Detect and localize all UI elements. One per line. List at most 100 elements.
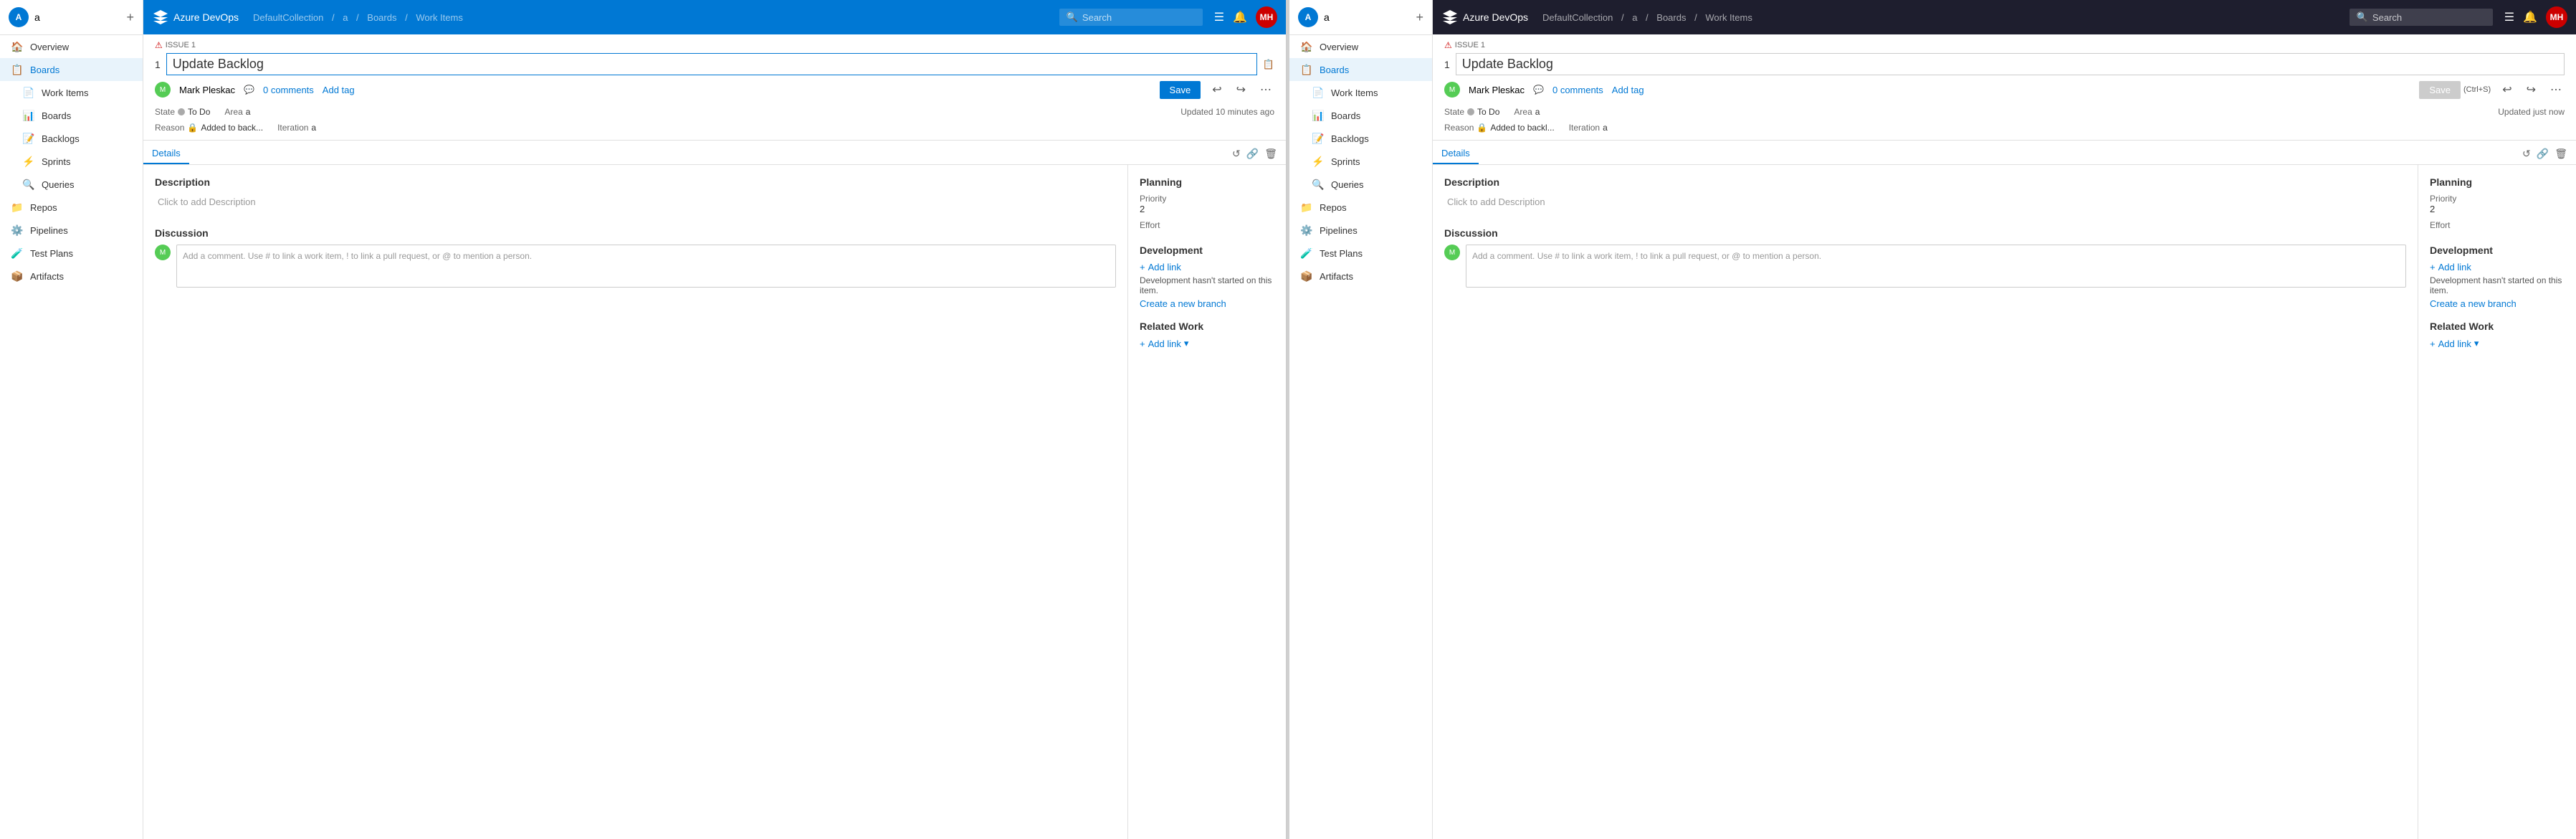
right-sidebar-item-overview[interactable]: 🏠 Overview [1289,35,1432,58]
right-sidebar-item-backlogs[interactable]: 📝 Backlogs [1289,127,1432,150]
description-input[interactable]: Click to add Description [155,194,1116,210]
right-breadcrumb-item[interactable]: DefaultCollection [1542,12,1613,23]
sidebar-item-pipelines[interactable]: ⚙️ Pipelines [0,219,143,242]
right-sidebar-item-queries[interactable]: 🔍 Queries [1289,173,1432,196]
save-button[interactable]: Save [1160,81,1201,99]
related-add-link-button[interactable]: + Add link ▾ [1140,338,1274,349]
right-sidebar-item-repos[interactable]: 📁 Repos [1289,196,1432,219]
sidebar-item-boards[interactable]: 📊 Boards [0,104,143,127]
right-history-icon-btn[interactable]: ↺ [2522,148,2531,160]
right-sidebar-item-label: Work Items [1331,87,1378,98]
comment-area: M Add a comment. Use # to link a work it… [155,245,1116,288]
delete-icon-btn[interactable]: 🗑 [1264,148,1277,160]
right-link-icon-btn[interactable]: 🔗 [2537,148,2549,160]
right-comment-area: M Add a comment. Use # to link a work it… [1444,245,2406,288]
right-redo-button[interactable]: ↪ [2524,80,2539,100]
right-work-item-title-input[interactable] [1456,53,2565,75]
right-user-avatar[interactable]: MH [2546,6,2567,28]
right-tab-details[interactable]: Details [1433,143,1479,164]
right-sidebar-item-artifacts[interactable]: 📦 Artifacts [1289,265,1432,288]
sidebar-item-overview[interactable]: 🏠 Overview [0,35,143,58]
priority-label: Priority [1140,194,1274,204]
work-item-meta-row: M Mark Pleskac 💬 0 comments Add tag Save… [155,80,1274,100]
right-sidebar-item-pipelines[interactable]: ⚙️ Pipelines [1289,219,1432,242]
right-dev-status-text: Development hasn't started on this item. [2430,275,2565,295]
left-search-box[interactable]: 🔍 [1059,9,1203,26]
right-reason-value[interactable]: Added to backl... [1490,123,1554,133]
iteration-value[interactable]: a [311,123,316,133]
right-work-item-right-pane: Planning Priority 2 Effort Development +… [2418,165,2576,839]
right-sidebar-item-boards[interactable]: 📊 Boards [1289,104,1432,127]
tab-details[interactable]: Details [143,143,189,164]
breadcrumb-item[interactable]: DefaultCollection [253,12,323,23]
add-tag-button[interactable]: Add tag [323,85,355,95]
test-plans-icon: 🧪 [11,247,23,259]
right-list-icon[interactable]: ☰ [2504,10,2514,24]
right-breadcrumb-item[interactable]: Boards [1656,12,1686,23]
right-search-box[interactable]: 🔍 [2350,9,2493,26]
right-state-field: State To Do [1444,107,1499,117]
right-breadcrumb-item[interactable]: Work Items [1705,12,1752,23]
right-save-button[interactable]: Save [2419,81,2461,99]
breadcrumb-item[interactable]: a [343,12,348,23]
search-input[interactable] [1082,12,1183,23]
link-icon-btn[interactable]: 🔗 [1246,148,1259,160]
history-icon-btn[interactable]: ↺ [1232,148,1241,160]
comment-input[interactable]: Add a comment. Use # to link a work item… [176,245,1116,288]
right-area-value[interactable]: a [1535,107,1540,117]
right-description-input[interactable]: Click to add Description [1444,194,2406,210]
area-value[interactable]: a [246,107,251,117]
author-name: Mark Pleskac [179,85,235,95]
right-sidebar-item-work-items[interactable]: 📄 Work Items [1289,81,1432,104]
right-sidebar-item-test-plans[interactable]: 🧪 Test Plans [1289,242,1432,265]
sidebar-item-artifacts[interactable]: 📦 Artifacts [0,265,143,288]
right-iteration-value[interactable]: a [1603,123,1608,133]
right-state-value[interactable]: To Do [1477,107,1499,117]
add-project-button[interactable]: + [126,10,134,25]
create-branch-link[interactable]: Create a new branch [1140,298,1274,309]
priority-value[interactable]: 2 [1140,204,1274,214]
comments-link[interactable]: 0 comments [263,85,314,95]
right-priority-value[interactable]: 2 [2430,204,2565,214]
right-sidebar-item-sprints[interactable]: ⚡ Sprints [1289,150,1432,173]
related-add-icon: + [1140,338,1145,349]
copy-icon[interactable]: 📋 [1263,59,1274,70]
user-avatar[interactable]: MH [1256,6,1277,28]
state-value[interactable]: To Do [188,107,210,117]
sidebar-item-test-plans[interactable]: 🧪 Test Plans [0,242,143,265]
right-add-tag-button[interactable]: Add tag [1612,85,1644,95]
sidebar-item-work-items[interactable]: 📄 Work Items [0,81,143,104]
right-search-input[interactable] [2372,12,2473,23]
right-dev-add-link-button[interactable]: + Add link [2430,262,2565,272]
reason-value[interactable]: Added to back... [201,123,263,133]
list-icon[interactable]: ☰ [1214,10,1224,24]
right-related-add-link-button[interactable]: + Add link ▾ [2430,338,2565,349]
sidebar-item-boards-header[interactable]: 📋 Boards [0,58,143,81]
redo-button[interactable]: ↪ [1234,80,1249,100]
right-add-project-button[interactable]: + [1416,10,1423,25]
right-more-options-button[interactable]: ⋯ [2547,80,2565,100]
undo-button[interactable]: ↩ [1209,80,1224,100]
work-item-title-input[interactable] [166,53,1257,75]
more-options-button[interactable]: ⋯ [1257,80,1274,100]
right-comments-link[interactable]: 0 comments [1552,85,1603,95]
right-create-branch-link[interactable]: Create a new branch [2430,298,2565,309]
notification-icon[interactable]: 🔔 [1233,10,1247,24]
comment-icon: 💬 [244,85,254,95]
sidebar-item-backlogs[interactable]: 📝 Backlogs [0,127,143,150]
sidebar-item-queries[interactable]: 🔍 Queries [0,173,143,196]
sidebar-item-sprints[interactable]: ⚡ Sprints [0,150,143,173]
breadcrumb-sep: / [405,12,410,23]
backlogs-icon: 📝 [23,133,34,144]
right-delete-icon-btn[interactable]: 🗑 [2554,148,2567,160]
right-undo-button[interactable]: ↩ [2499,80,2514,100]
right-sidebar-item-boards-header[interactable]: 📋 Boards [1289,58,1432,81]
right-logo-text: Azure DevOps [1463,11,1528,23]
right-comment-input[interactable]: Add a comment. Use # to link a work item… [1466,245,2406,288]
sidebar-item-repos[interactable]: 📁 Repos [0,196,143,219]
dev-add-link-button[interactable]: + Add link [1140,262,1274,272]
breadcrumb-item[interactable]: Boards [367,12,396,23]
right-notification-icon[interactable]: 🔔 [2523,10,2537,24]
right-breadcrumb-item[interactable]: a [1632,12,1637,23]
breadcrumb-item[interactable]: Work Items [416,12,463,23]
